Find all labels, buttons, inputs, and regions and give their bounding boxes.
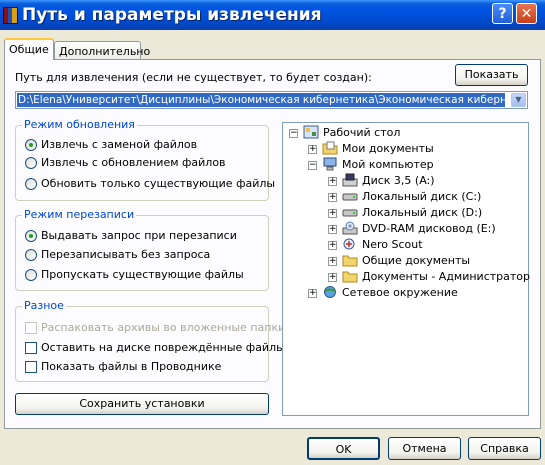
tab-general[interactable]: Общие <box>4 38 54 60</box>
nero-scout-icon <box>343 238 355 250</box>
tree-item-label: Мои документы <box>342 142 434 155</box>
floppy-drive-icon <box>342 173 358 187</box>
radio-extract-update[interactable] <box>25 157 37 169</box>
expand-icon[interactable]: + <box>328 241 337 250</box>
network-icon <box>324 286 336 298</box>
help-button[interactable]: Справка <box>468 437 541 460</box>
checkbox-extract-nested-label[interactable]: Распаковать архивы во вложенные папки <box>41 321 285 334</box>
misc-title: Разное <box>22 299 66 312</box>
tree-item-label: DVD-RAM дисковод (E:) <box>362 222 496 235</box>
dropdown-arrow-icon[interactable]: ▼ <box>511 93 526 107</box>
checkbox-show-in-explorer-label[interactable]: Показать файлы в Проводнике <box>41 360 221 373</box>
expand-icon[interactable]: + <box>308 145 317 154</box>
path-combobox[interactable]: D:\Elena\Университет\Дисциплины\Экономич… <box>15 91 528 109</box>
cancel-button[interactable]: Отмена <box>388 437 461 460</box>
my-computer-icon <box>323 157 337 171</box>
tree-item-label: Локальный диск (C:) <box>362 190 482 203</box>
expand-icon[interactable]: + <box>328 225 337 234</box>
radio-skip-existing-label[interactable]: Пропускать существующие файлы <box>41 268 244 281</box>
radio-extract-replace-label[interactable]: Извлечь с заменой файлов <box>41 138 197 151</box>
expand-icon[interactable]: + <box>328 273 337 282</box>
expand-icon[interactable]: + <box>328 209 337 218</box>
title-close-button[interactable]: ✕ <box>516 3 537 24</box>
tree-item-label: Общие документы <box>362 254 471 267</box>
expand-icon[interactable]: + <box>328 193 337 202</box>
tree-item-label: Диск 3,5 (A:) <box>362 174 435 187</box>
show-button[interactable]: Показать <box>455 64 528 86</box>
radio-update-existing[interactable] <box>25 178 37 190</box>
desktop-icon <box>303 125 319 139</box>
overwrite-mode-title: Режим перезаписи <box>22 208 137 221</box>
expand-icon[interactable]: + <box>328 177 337 186</box>
dvd-drive-icon <box>342 221 358 235</box>
tab-advanced[interactable]: Дополнительно <box>54 41 150 61</box>
path-input[interactable]: D:\Elena\Университет\Дисциплины\Экономич… <box>17 93 505 107</box>
title-bar[interactable]: Путь и параметры извлечения ? ✕ <box>0 0 545 30</box>
checkbox-keep-broken-label[interactable]: Оставить на диске повреждённые файлы <box>41 341 285 354</box>
checkbox-keep-broken[interactable] <box>25 342 37 354</box>
folder-icon <box>342 255 358 267</box>
expand-icon[interactable]: + <box>308 289 317 298</box>
checkbox-show-in-explorer[interactable] <box>25 361 37 373</box>
path-label: Путь для извлечения (если не существует,… <box>15 71 372 84</box>
radio-extract-replace[interactable] <box>25 139 37 151</box>
radio-overwrite-silent-label[interactable]: Перезаписывать без запроса <box>41 248 210 261</box>
collapse-icon[interactable]: − <box>308 161 317 170</box>
tree-item-label: Nero Scout <box>362 238 423 251</box>
winrar-icon <box>3 7 18 24</box>
radio-ask-overwrite-label[interactable]: Выдавать запрос при перезаписи <box>41 229 237 242</box>
expand-icon[interactable]: + <box>328 257 337 266</box>
tree-item-label: Рабочий стол <box>323 126 401 139</box>
tree-item-label: Документы - Администратор <box>362 270 531 283</box>
save-settings-button[interactable]: Сохранить установки <box>15 393 269 415</box>
hard-drive-icon <box>342 193 358 201</box>
window-title: Путь и параметры извлечения <box>22 5 322 25</box>
tree-item-label: Сетевое окружение <box>342 286 458 299</box>
folder-tree[interactable]: − Рабочий стол + Мои документы − Мой ком… <box>282 122 531 416</box>
radio-skip-existing[interactable] <box>25 269 37 281</box>
folder-icon <box>342 271 358 283</box>
hard-drive-icon <box>342 209 358 217</box>
radio-overwrite-silent[interactable] <box>25 249 37 261</box>
radio-extract-update-label[interactable]: Извлечь с обновлением файлов <box>41 156 226 169</box>
radio-ask-overwrite[interactable] <box>25 230 37 242</box>
tree-item-label: Мой компьютер <box>342 158 434 171</box>
title-help-button[interactable]: ? <box>492 3 513 24</box>
radio-update-existing-label[interactable]: Обновить только существующие файлы <box>41 177 275 190</box>
tree-item-label: Локальный диск (D:) <box>362 206 483 219</box>
ok-button[interactable]: OK <box>307 437 380 460</box>
my-documents-icon <box>322 141 338 155</box>
update-mode-title: Режим обновления <box>22 118 137 131</box>
checkbox-extract-nested[interactable] <box>25 322 37 334</box>
collapse-icon[interactable]: − <box>289 129 298 138</box>
